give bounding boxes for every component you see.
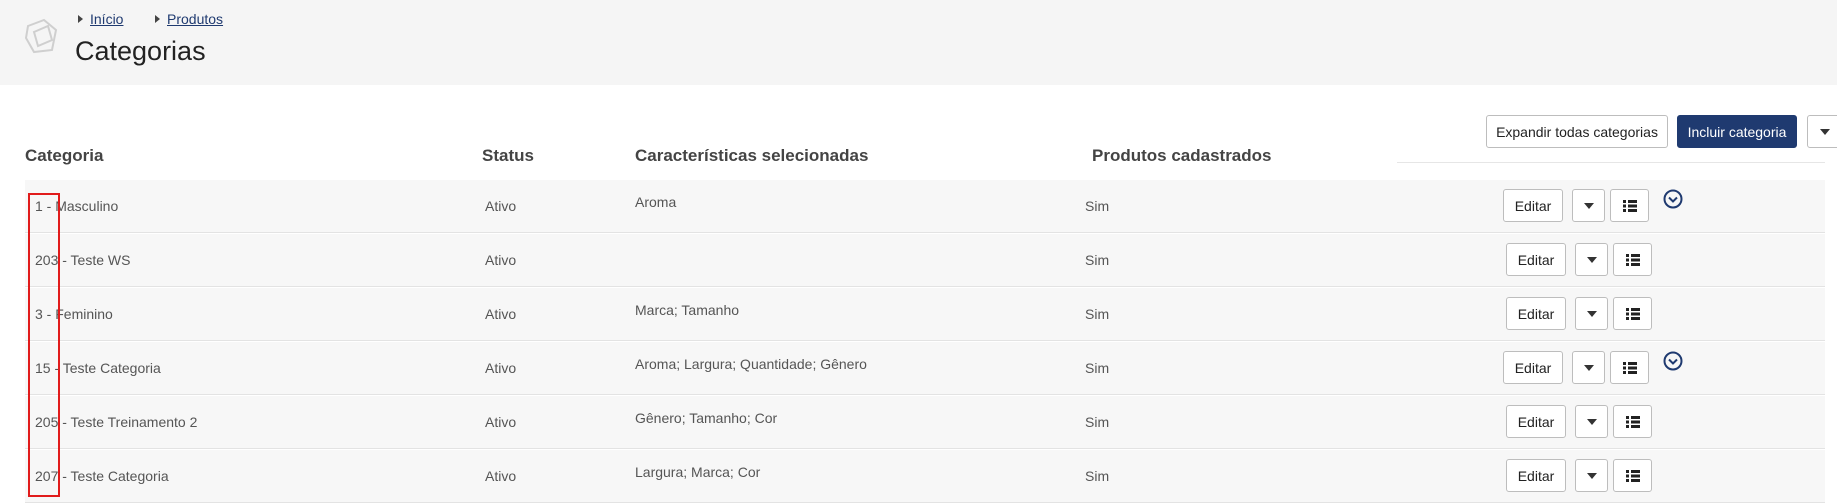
row-dropdown-button[interactable] (1572, 351, 1605, 384)
row-dropdown-button[interactable] (1575, 459, 1608, 492)
row-dropdown-button[interactable] (1575, 405, 1608, 438)
list-icon (1625, 469, 1640, 482)
page-header: Início Produtos Categorias (0, 0, 1837, 85)
subcategories-list-button[interactable] (1613, 243, 1652, 276)
row-features: Largura; Marca; Cor (635, 464, 761, 480)
caret-down-icon (1586, 256, 1597, 263)
breadcrumb-inicio[interactable]: Início (90, 11, 123, 27)
column-header-features: Características selecionadas (635, 146, 869, 165)
edit-button[interactable]: Editar (1503, 189, 1563, 222)
subcategories-list-button[interactable] (1613, 405, 1652, 438)
table-row[interactable]: 207 - Teste Categoria Ativo Largura; Mar… (25, 450, 1825, 503)
table-row[interactable]: 15 - Teste Categoria Ativo Aroma; Largur… (25, 342, 1825, 395)
table-row[interactable]: 3 - Feminino Ativo Marca; Tamanho Sim Ed… (25, 288, 1825, 341)
row-features: Aroma; Largura; Quantidade; Gênero (635, 356, 867, 372)
row-status: Ativo (485, 306, 517, 322)
row-dropdown-button[interactable] (1572, 189, 1605, 222)
breadcrumb-produtos[interactable]: Produtos (167, 11, 223, 27)
edit-button[interactable]: Editar (1506, 243, 1566, 276)
caret-right-icon (155, 15, 160, 23)
table-row[interactable]: 1 - Masculino Ativo Aroma Sim Editar (25, 180, 1825, 233)
expand-all-categories-button[interactable]: Expandir todas categorias (1486, 115, 1668, 148)
include-category-button[interactable]: Incluir categoria (1677, 115, 1797, 148)
row-dropdown-button[interactable] (1575, 243, 1608, 276)
edit-button[interactable]: Editar (1506, 297, 1566, 330)
chevron-circle-down-icon[interactable] (1663, 189, 1683, 209)
row-status: Ativo (485, 198, 517, 214)
table-row[interactable]: 205 - Teste Treinamento 2 Ativo Gênero; … (25, 396, 1825, 449)
row-category: 1 - Masculino (35, 198, 119, 214)
list-icon (1625, 415, 1640, 428)
cube-outline-icon (24, 18, 58, 54)
edit-button[interactable]: Editar (1506, 459, 1566, 492)
row-category: 3 - Feminino (35, 306, 113, 322)
edit-button[interactable]: Editar (1506, 405, 1566, 438)
column-header-status: Status (482, 146, 534, 165)
subcategories-list-button[interactable] (1613, 459, 1652, 492)
row-status: Ativo (485, 414, 517, 430)
row-features: Aroma (635, 194, 677, 210)
column-header-products: Produtos cadastrados (1092, 146, 1272, 165)
row-features: Gênero; Tamanho; Cor (635, 410, 778, 426)
toolbar-more-dropdown-button[interactable] (1807, 115, 1837, 148)
table-row[interactable]: 203 - Teste WS Ativo Sim Editar (25, 234, 1825, 287)
row-features: Marca; Tamanho (635, 302, 740, 318)
row-category: 203 - Teste WS (35, 252, 131, 268)
caret-down-icon (1586, 472, 1597, 479)
list-icon (1625, 253, 1640, 266)
toolbar-divider (1397, 162, 1825, 163)
page-title: Categorias (75, 36, 206, 66)
row-products: Sim (1085, 252, 1110, 268)
row-products: Sim (1085, 468, 1110, 484)
list-icon (1625, 307, 1640, 320)
row-products: Sim (1085, 414, 1110, 430)
caret-down-icon (1583, 202, 1594, 209)
list-icon (1622, 199, 1637, 212)
row-category: 205 - Teste Treinamento 2 (35, 414, 198, 430)
row-status: Ativo (485, 360, 517, 376)
row-products: Sim (1085, 198, 1110, 214)
caret-down-icon (1820, 128, 1830, 135)
caret-down-icon (1583, 364, 1594, 371)
row-products: Sim (1085, 360, 1110, 376)
row-category: 15 - Teste Categoria (35, 360, 161, 376)
row-dropdown-button[interactable] (1575, 297, 1608, 330)
caret-down-icon (1586, 310, 1597, 317)
subcategories-list-button[interactable] (1613, 297, 1652, 330)
edit-button[interactable]: Editar (1503, 351, 1563, 384)
subcategories-list-button[interactable] (1610, 189, 1649, 222)
caret-right-icon (78, 15, 83, 23)
caret-down-icon (1586, 418, 1597, 425)
row-status: Ativo (485, 252, 517, 268)
chevron-circle-down-icon[interactable] (1663, 351, 1683, 371)
row-category: 207 - Teste Categoria (35, 468, 169, 484)
list-icon (1622, 361, 1637, 374)
row-products: Sim (1085, 306, 1110, 322)
column-header-category: Categoria (25, 146, 104, 165)
row-status: Ativo (485, 468, 517, 484)
subcategories-list-button[interactable] (1610, 351, 1649, 384)
